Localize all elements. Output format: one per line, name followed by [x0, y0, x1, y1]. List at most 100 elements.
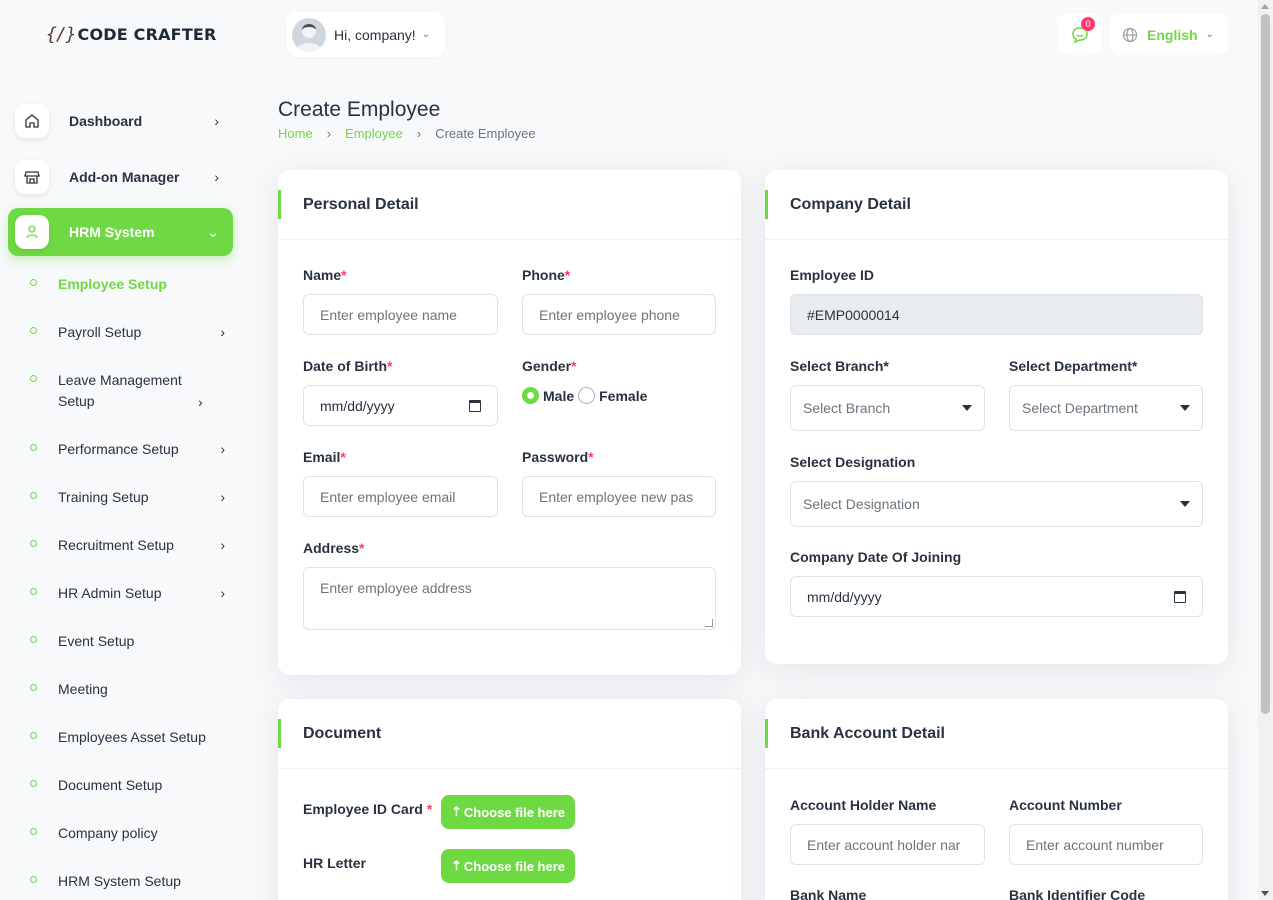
bullet-icon: [30, 684, 37, 691]
chevron-right-icon: ›: [214, 113, 219, 129]
password-label: Password*: [522, 449, 594, 465]
language-label: English: [1147, 26, 1198, 43]
sidebar-sub-meeting[interactable]: Meeting: [30, 679, 225, 700]
sidebar-item-addon-manager[interactable]: Add-on Manager ›: [8, 153, 233, 201]
document-card: Document Employee ID Card * ⇡ Choose file…: [278, 699, 741, 900]
sidebar-sub-document-setup[interactable]: Document Setup: [30, 775, 225, 796]
hr-letter-upload-button[interactable]: ⇡ Choose file here: [441, 849, 575, 883]
chevron-right-icon: ›: [220, 441, 225, 457]
sidebar-item-dashboard[interactable]: Dashboard ›: [8, 97, 233, 145]
notification-badge: 0: [1081, 17, 1095, 31]
account-number-input[interactable]: Enter account number: [1009, 824, 1203, 865]
sidebar-item-hrm-system[interactable]: HRM System ⌄: [8, 208, 233, 256]
account-holder-input[interactable]: Enter account holder nar: [790, 824, 985, 865]
card-title: Document: [303, 724, 382, 742]
account-holder-label: Account Holder Name: [790, 797, 937, 813]
scroll-up-icon[interactable]: [1261, 4, 1269, 9]
card-header: Company Detail: [765, 170, 1228, 240]
sidebar-sub-recruitment-setup[interactable]: Recruitment Setup ›: [30, 535, 225, 556]
sidebar-item-label: Dashboard: [69, 113, 143, 129]
chevron-right-icon: ›: [214, 169, 219, 185]
card-header: Document: [278, 699, 741, 769]
bullet-icon: [30, 279, 37, 286]
bullet-icon: [30, 732, 37, 739]
joining-date-input[interactable]: mm/dd/yyyy: [790, 576, 1203, 617]
chevron-down-icon: ⌄: [421, 29, 431, 40]
employee-id-field: #EMP0000014: [790, 294, 1203, 335]
scrollbar-thumb[interactable]: [1261, 14, 1270, 714]
sidebar-sub-label: HR Admin Setup: [58, 585, 162, 601]
bullet-icon: [30, 636, 37, 643]
bullet-icon: [30, 327, 37, 334]
department-label: Select Department*: [1009, 358, 1138, 374]
branch-select[interactable]: Select Branch: [790, 385, 985, 431]
bank-name-label: Bank Name: [790, 887, 867, 900]
dob-input[interactable]: mm/dd/yyyy: [303, 385, 498, 426]
page-scrollbar[interactable]: [1258, 0, 1273, 900]
calendar-icon[interactable]: [1174, 590, 1186, 603]
name-input[interactable]: Enter employee name: [303, 294, 498, 335]
address-textarea[interactable]: Enter employee address: [303, 567, 716, 630]
branch-placeholder: Select Branch: [803, 400, 891, 416]
sidebar-sub-employee-setup[interactable]: Employee Setup: [30, 274, 225, 295]
bullet-icon: [30, 492, 37, 499]
bullet-icon: [30, 780, 37, 787]
caret-down-icon: [962, 405, 972, 411]
scroll-down-icon[interactable]: [1261, 891, 1269, 896]
email-input[interactable]: Enter employee email: [303, 476, 498, 517]
card-title: Personal Detail: [303, 195, 419, 213]
calendar-icon[interactable]: [469, 399, 481, 412]
sidebar-sub-performance-setup[interactable]: Performance Setup ›: [30, 439, 225, 460]
card-title: Bank Account Detail: [790, 724, 945, 742]
resize-handle-icon[interactable]: [705, 619, 713, 627]
sidebar-sub-label: Meeting: [58, 681, 108, 697]
sidebar-sub-event-setup[interactable]: Event Setup: [30, 631, 225, 652]
id-card-label: Employee ID Card *: [303, 801, 433, 817]
breadcrumb-current: Create Employee: [435, 126, 536, 141]
brand-mark: {/}: [46, 24, 76, 45]
user-menu[interactable]: Hi, company! ⌄: [286, 12, 445, 57]
card-header: Personal Detail: [278, 170, 741, 240]
company-detail-card: Company Detail Employee ID #EMP0000014 S…: [765, 170, 1228, 664]
breadcrumb-employee[interactable]: Employee: [345, 126, 403, 141]
sidebar-sub-employees-asset-setup[interactable]: Employees Asset Setup: [30, 727, 225, 748]
sidebar-sub-hr-admin-setup[interactable]: HR Admin Setup ›: [30, 583, 225, 604]
password-input[interactable]: Enter employee new pas: [522, 476, 716, 517]
hr-letter-label: HR Letter: [303, 855, 367, 871]
phone-label: Phone*: [522, 267, 571, 283]
email-label: Email*: [303, 449, 346, 465]
sidebar-sub-leave-management[interactable]: Leave Management Setup ›: [30, 370, 225, 412]
messages-button[interactable]: 0: [1058, 14, 1101, 55]
sidebar-sub-payroll-setup[interactable]: Payroll Setup ›: [30, 322, 225, 343]
chevron-right-icon: ›: [220, 324, 225, 340]
sidebar-sub-training-setup[interactable]: Training Setup ›: [30, 487, 225, 508]
sidebar-item-label: HRM System: [69, 224, 155, 240]
caret-down-icon: [1180, 501, 1190, 507]
gender-male-label[interactable]: Male: [543, 388, 574, 404]
sidebar-sub-label: Recruitment Setup: [58, 537, 174, 553]
address-placeholder: Enter employee address: [320, 580, 472, 596]
breadcrumb-home[interactable]: Home: [278, 126, 313, 141]
gender-male-radio[interactable]: [522, 387, 539, 404]
language-selector[interactable]: English ⌄: [1110, 14, 1228, 55]
department-select[interactable]: Select Department: [1009, 385, 1203, 431]
id-card-upload-button[interactable]: ⇡ Choose file here: [441, 795, 575, 829]
department-placeholder: Select Department: [1022, 400, 1138, 416]
designation-select[interactable]: Select Designation: [790, 481, 1203, 527]
sidebar-sub-company-policy[interactable]: Company policy: [30, 823, 225, 844]
phone-input[interactable]: Enter employee phone: [522, 294, 716, 335]
home-icon: [15, 104, 49, 138]
brand-logo[interactable]: {/} CODE CRAFTER: [46, 24, 217, 45]
gender-female-radio[interactable]: [578, 387, 596, 404]
sidebar: {/} CODE CRAFTER Dashboard › Add-on Mana…: [0, 0, 250, 900]
gender-female-label[interactable]: Female: [599, 388, 647, 404]
chevron-down-icon: ⌄: [1205, 29, 1214, 40]
dob-value: mm/dd/yyyy: [320, 397, 395, 414]
joining-date-label: Company Date Of Joining: [790, 549, 962, 565]
account-number-label: Account Number: [1009, 797, 1122, 813]
brand-name: CODE CRAFTER: [77, 25, 217, 44]
upload-icon: ⇡: [450, 804, 462, 819]
bullet-icon: [30, 444, 37, 451]
sidebar-sub-hrm-system-setup[interactable]: HRM System Setup: [30, 871, 225, 892]
sidebar-sub-label: Leave Management Setup: [58, 372, 182, 409]
